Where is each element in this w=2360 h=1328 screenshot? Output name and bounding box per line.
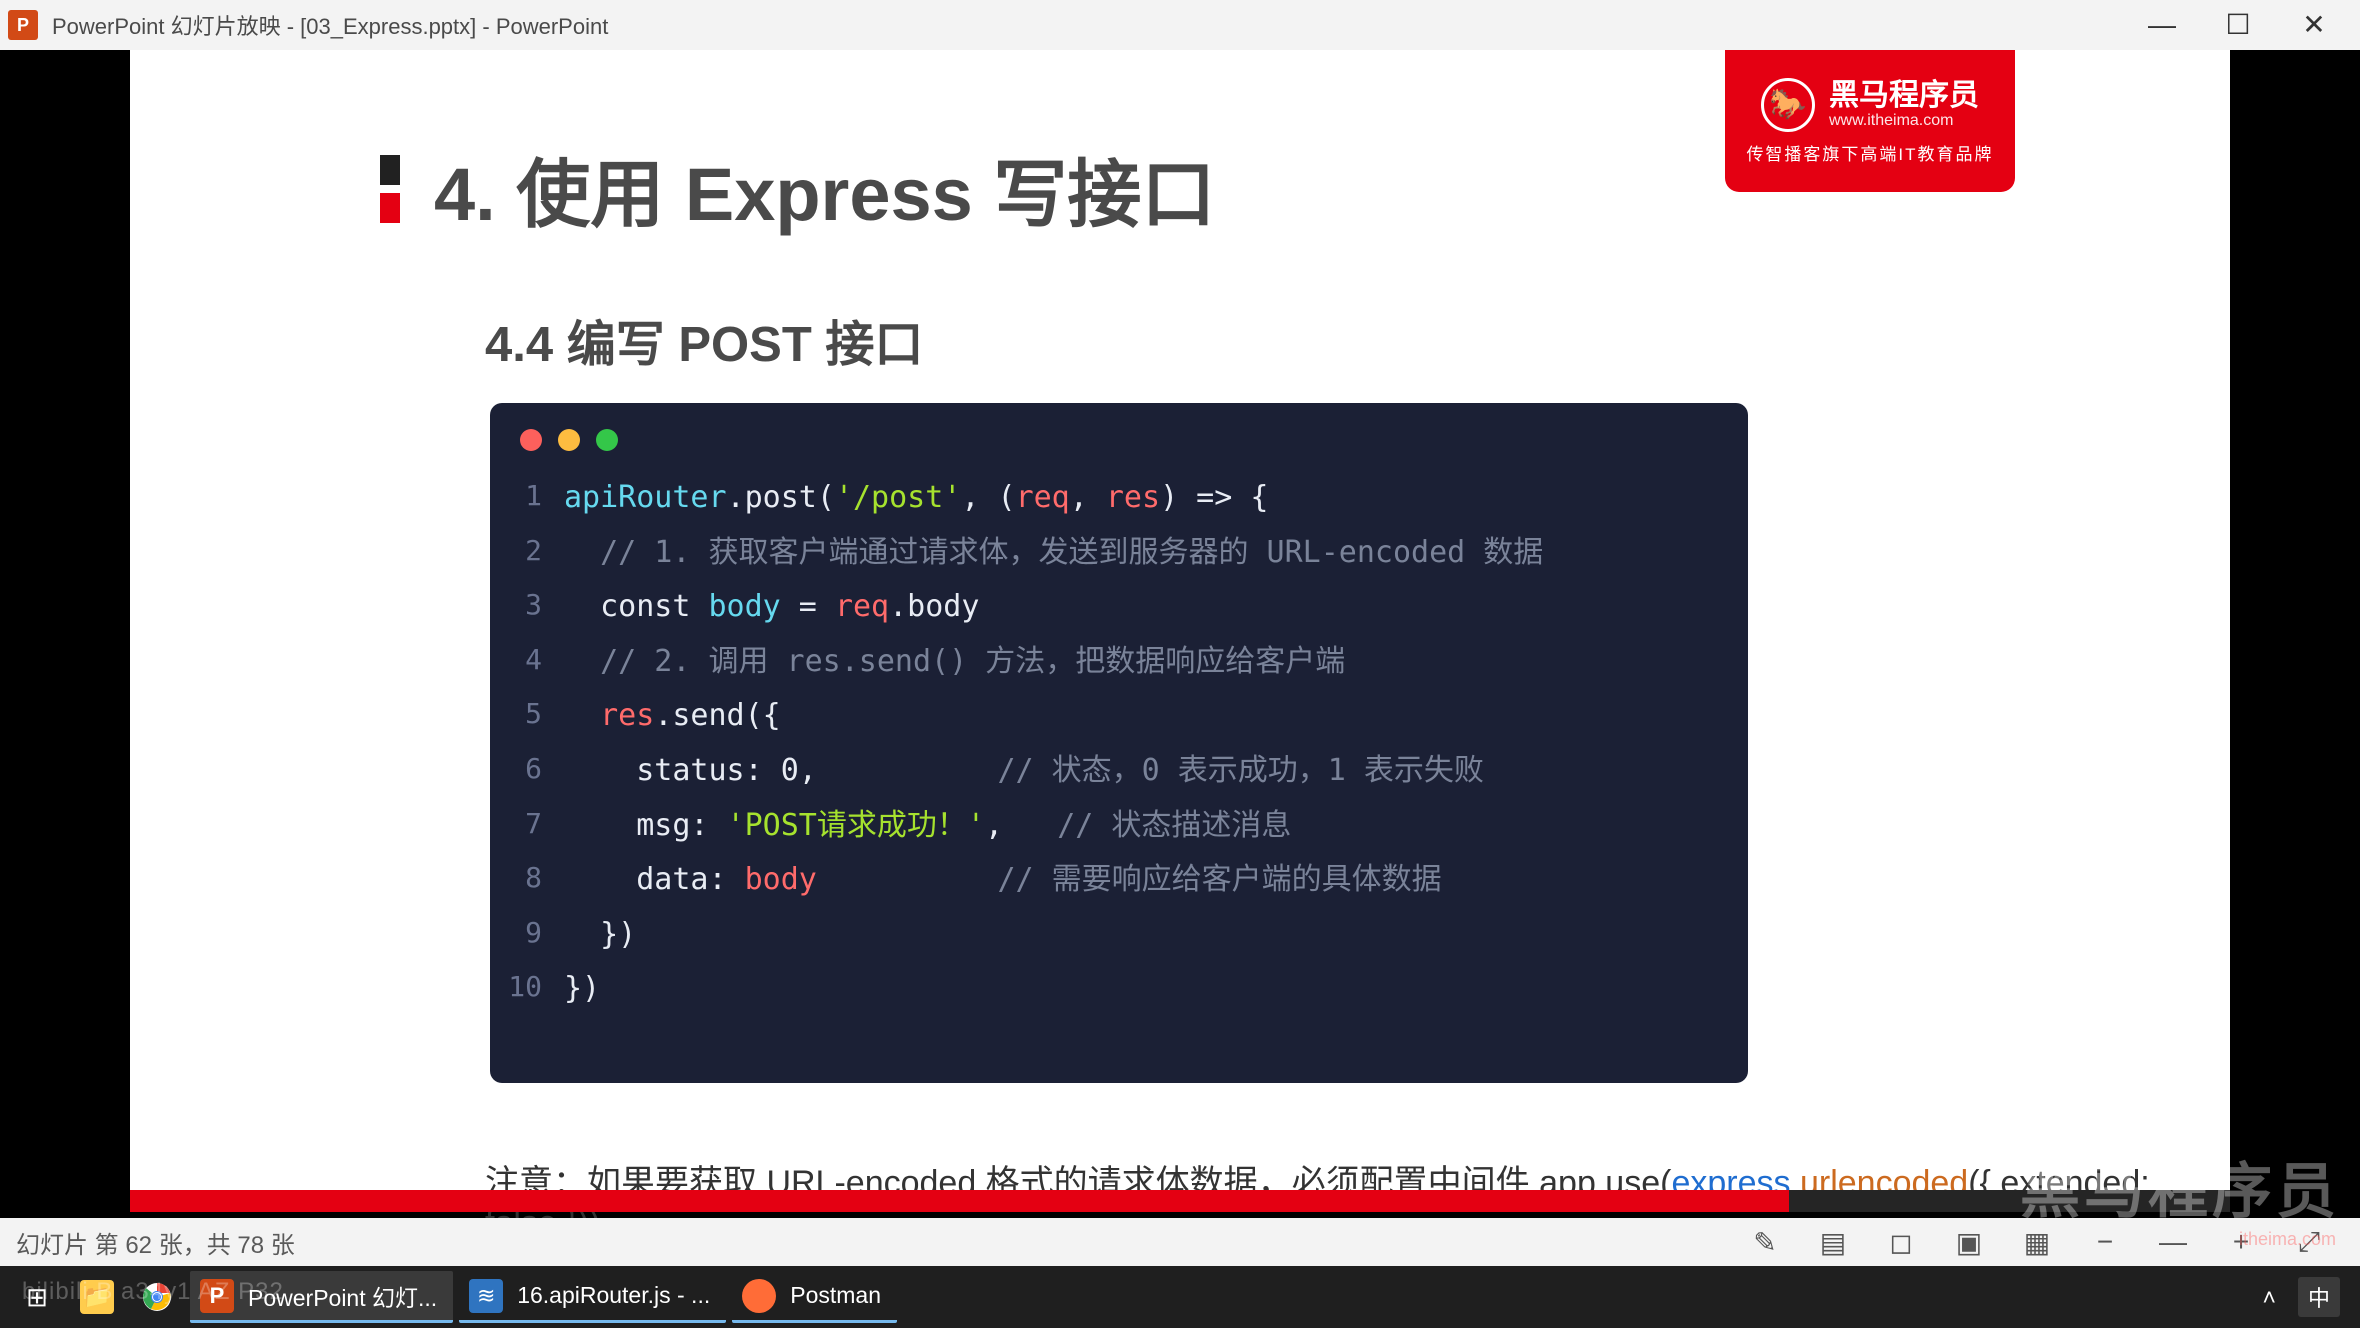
progress-played — [130, 1190, 1789, 1212]
code-text: res.send({ — [564, 689, 781, 744]
windows-taskbar: ⊞ 📁 P PowerPoint 幻灯... ≋ 16.apiRouter.js… — [0, 1266, 2360, 1328]
line-number: 7 — [504, 799, 542, 854]
slideshow-stage: 4. 使用 Express 写接口 4.4 编写 POST 接口 🐎 黑马程序员… — [0, 50, 2360, 1228]
code-line: 10}) — [504, 962, 1734, 1017]
code-block: 1 apiRouter.post('/post', (req, res) => {… — [490, 403, 1748, 1083]
slide-subtitle: 4.4 编写 POST 接口 — [485, 305, 923, 376]
code-text: }) — [564, 962, 600, 1017]
slide-counter: 幻灯片 第 62 张，共 78 张 — [16, 1225, 295, 1260]
code-text: // 2. 调用 res.send() 方法，把数据响应给客户端 — [564, 635, 1345, 690]
brand-logo-icon: 🐎 — [1761, 78, 1815, 132]
pp-status-bar: 幻灯片 第 62 张，共 78 张 ✎ ▤ ◻ ▣ ▦ − — + ⤢ — [0, 1218, 2360, 1266]
video-progress-bar[interactable] — [130, 1190, 2230, 1212]
code-line: 8 data: body // 需要响应给客户端的具体数据 — [504, 853, 1734, 908]
brand-url: www.itheima.com — [1829, 112, 1979, 130]
code-line: 9 }) — [504, 908, 1734, 963]
brand-name: 黑马程序员 — [1829, 79, 1979, 112]
line-number: 3 — [504, 580, 542, 635]
line-number: 5 — [504, 689, 542, 744]
code-text: // 1. 获取客户端通过请求体，发送到服务器的 URL-encoded 数据 — [564, 526, 1543, 581]
brand-logo: 🐎 黑马程序员 www.itheima.com 传智播客旗下高端IT教育品牌 — [1725, 50, 2015, 192]
slide-title: 4. 使用 Express 写接口 — [434, 135, 1215, 242]
window-title: PowerPoint 幻灯片放映 - [03_Express.pptx] - P… — [52, 9, 608, 41]
taskbar-vscode[interactable]: ≋ 16.apiRouter.js - ... — [459, 1271, 726, 1323]
code-line: 6 status: 0, // 状态，0 表示成功，1 表示失败 — [504, 744, 1734, 799]
maximize-icon[interactable]: ☐ — [2224, 11, 2252, 39]
taskbar-start-button[interactable]: ⊞ — [10, 1271, 64, 1323]
code-text: }) — [564, 908, 636, 963]
line-number: 9 — [504, 908, 542, 963]
code-line: 7 msg: 'POST请求成功！', // 状态描述消息 — [504, 799, 1734, 854]
postman-icon — [742, 1279, 776, 1313]
zoom-out-icon[interactable]: − — [2090, 1226, 2120, 1258]
code-text: msg: 'POST请求成功！', // 状态描述消息 — [564, 799, 1291, 854]
code-line: 5 res.send({ — [504, 689, 1734, 744]
close-icon[interactable]: ✕ — [2300, 11, 2328, 39]
brand-tagline: 传智播客旗下高端IT教育品牌 — [1746, 140, 1993, 165]
vscode-icon: ≋ — [469, 1279, 503, 1313]
progress-remaining — [1789, 1190, 2230, 1212]
notes-view-icon[interactable]: ▤ — [1818, 1226, 1848, 1259]
tray-chevron-up-icon[interactable]: ˄ — [2263, 1284, 2276, 1311]
code-text: const body = req.body — [564, 580, 979, 635]
zoom-slider-icon[interactable]: — — [2158, 1226, 2188, 1258]
taskbar-vscode-label: 16.apiRouter.js - ... — [517, 1282, 710, 1309]
line-number: 4 — [504, 635, 542, 690]
window-controls: — ☐ ✕ — [2148, 11, 2352, 39]
code-line: 3 const body = req.body — [504, 580, 1734, 635]
code-line: 2 // 1. 获取客户端通过请求体，发送到服务器的 URL-encoded 数… — [504, 526, 1734, 581]
code-text: status: 0, // 状态，0 表示成功，1 表示失败 — [564, 744, 1484, 799]
slide-title-row: 4. 使用 Express 写接口 — [380, 135, 1215, 242]
slide: 4. 使用 Express 写接口 4.4 编写 POST 接口 🐎 黑马程序员… — [130, 50, 2230, 1198]
grid-view-icon[interactable]: ▦ — [2022, 1226, 2052, 1259]
powerpoint-app-icon: P — [8, 10, 38, 40]
windows-start-icon: ⊞ — [20, 1280, 54, 1314]
line-number: 1 — [504, 471, 542, 526]
code-lines: 1 apiRouter.post('/post', (req, res) => {… — [490, 471, 1748, 1017]
code-line: 1 apiRouter.post('/post', (req, res) => { — [504, 471, 1734, 526]
line-number: 6 — [504, 744, 542, 799]
video-watermark-sub: itheima.com — [2239, 1229, 2336, 1250]
code-text: apiRouter.post('/post', (req, res) => { — [564, 471, 1268, 526]
taskbar-powerpoint[interactable]: P PowerPoint 幻灯... — [190, 1271, 453, 1323]
taskbar-tray: ˄ 中 — [2263, 1277, 2350, 1317]
line-number: 10 — [504, 962, 542, 1017]
folder-icon: 📁 — [80, 1280, 114, 1314]
title-marker-icon — [380, 155, 400, 223]
minimize-icon[interactable]: — — [2148, 11, 2176, 39]
chrome-icon — [140, 1280, 174, 1314]
taskbar-chrome[interactable] — [130, 1271, 184, 1323]
taskbar-postman[interactable]: Postman — [732, 1271, 897, 1323]
pen-tool-icon[interactable]: ✎ — [1750, 1226, 1780, 1259]
powerpoint-icon: P — [200, 1279, 234, 1313]
taskbar-explorer[interactable]: 📁 — [70, 1271, 124, 1323]
code-text: data: body // 需要响应给客户端的具体数据 — [564, 853, 1442, 908]
taskbar-postman-label: Postman — [790, 1282, 881, 1309]
window-traffic-lights-icon — [490, 421, 1748, 471]
slideshow-view-icon[interactable]: ▣ — [1954, 1226, 1984, 1259]
line-number: 2 — [504, 526, 542, 581]
taskbar-powerpoint-label: PowerPoint 幻灯... — [248, 1279, 437, 1313]
ime-indicator[interactable]: 中 — [2298, 1277, 2340, 1317]
reading-view-icon[interactable]: ◻ — [1886, 1226, 1916, 1259]
pp-titlebar: P PowerPoint 幻灯片放映 - [03_Express.pptx] -… — [0, 0, 2360, 50]
code-line: 4 // 2. 调用 res.send() 方法，把数据响应给客户端 — [504, 635, 1734, 690]
line-number: 8 — [504, 853, 542, 908]
